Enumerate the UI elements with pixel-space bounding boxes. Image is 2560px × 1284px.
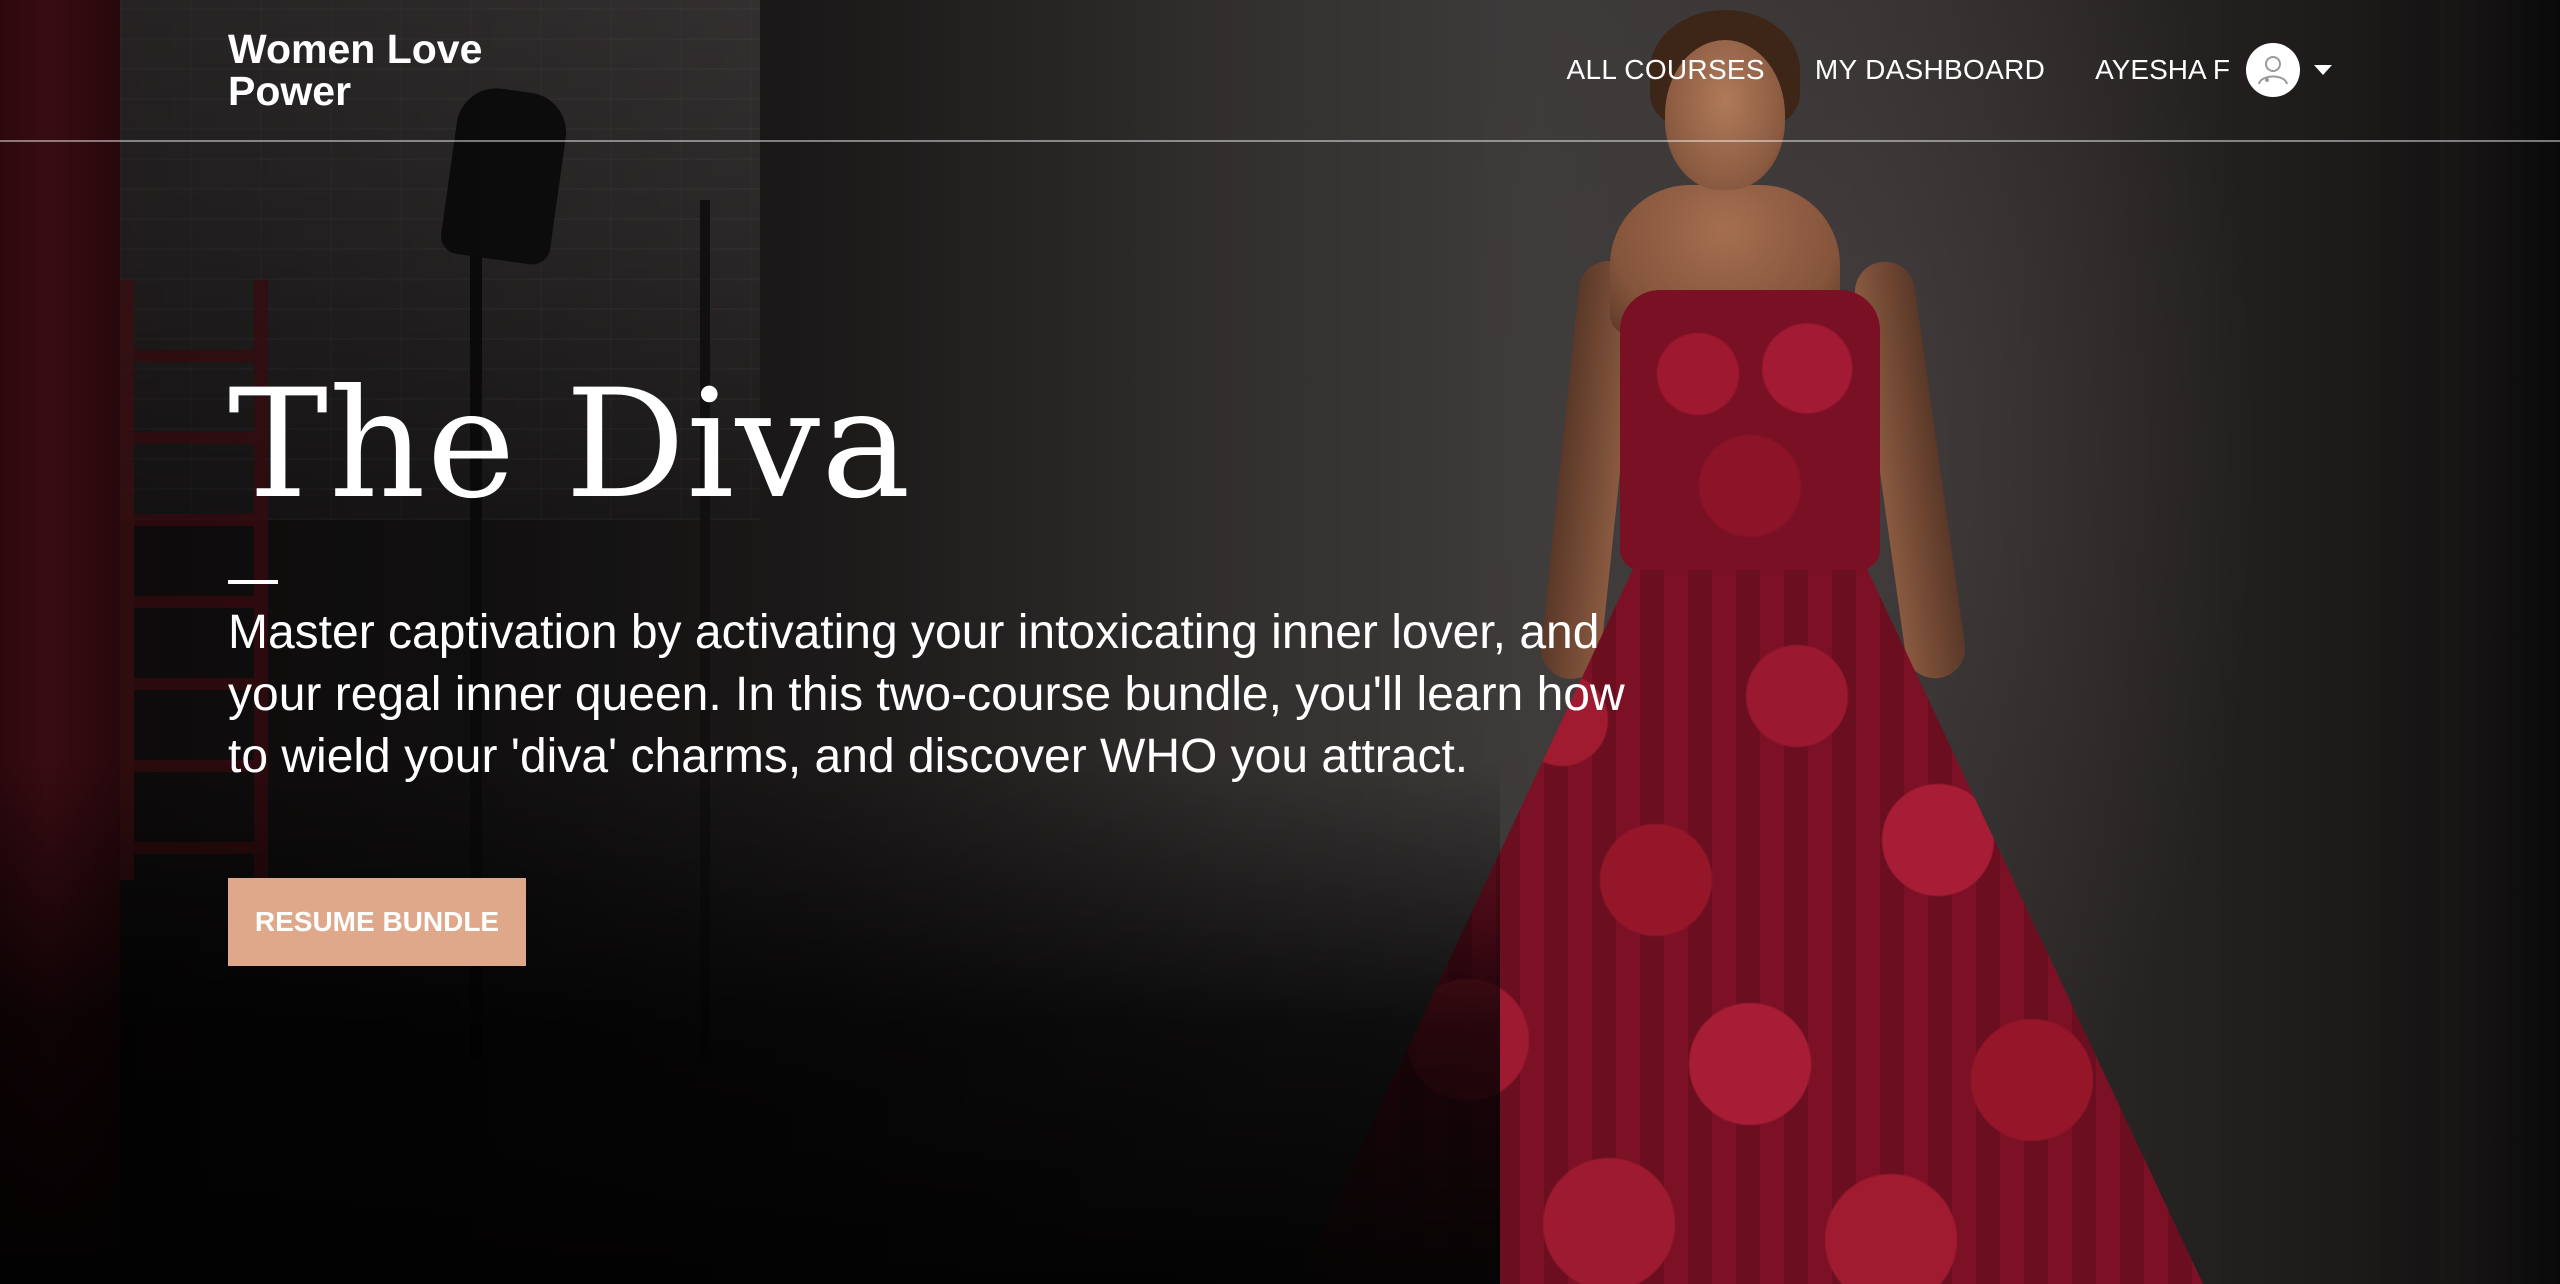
figure-red-gown-bodice (1620, 290, 1880, 570)
brand-name-line2: Power (228, 68, 352, 114)
main-nav: ALL COURSES MY DASHBOARD AYESHA F (1517, 0, 2332, 140)
title-divider (228, 580, 278, 584)
course-title: The Diva (228, 358, 912, 532)
brand-logo-link[interactable]: Women Love Power (228, 28, 508, 112)
brand-name-line1: Women Love (228, 26, 483, 72)
hero-content: The Diva Master captivation by activatin… (228, 360, 1628, 966)
user-name: AYESHA F (2095, 54, 2230, 85)
background-red-curtain (0, 0, 120, 1284)
site-header: Women Love Power ALL COURSES MY DASHBOAR… (0, 0, 2560, 142)
resume-bundle-button[interactable]: RESUME BUNDLE (228, 878, 526, 966)
caret-down-icon (2314, 65, 2332, 75)
hero-section: Women Love Power ALL COURSES MY DASHBOAR… (0, 0, 2560, 1284)
background-right-backdrop (2440, 0, 2560, 1284)
nav-my-dashboard[interactable]: MY DASHBOARD (1815, 54, 2045, 86)
course-description: Master captivation by activating your in… (228, 606, 1625, 783)
user-avatar-icon (2246, 43, 2300, 97)
figure-right-arm (1851, 257, 1969, 683)
nav-all-courses[interactable]: ALL COURSES (1567, 54, 1765, 86)
user-menu-toggle[interactable]: AYESHA F (2095, 43, 2332, 97)
figure-shoulders (1610, 185, 1840, 335)
